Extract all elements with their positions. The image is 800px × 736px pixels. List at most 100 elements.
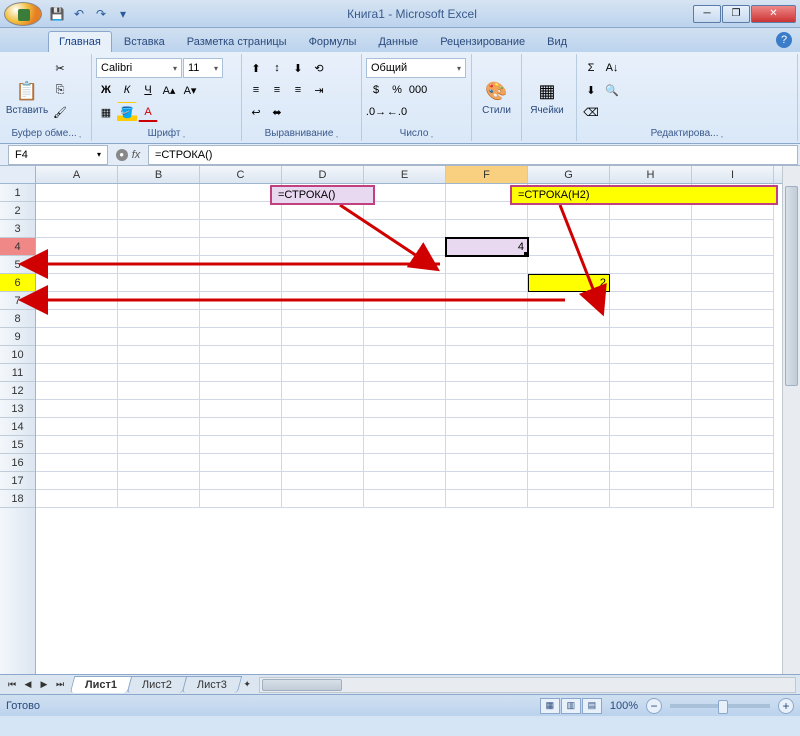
- align-top-icon[interactable]: ⬆: [246, 58, 266, 78]
- horizontal-scrollbar[interactable]: [259, 677, 796, 693]
- underline-button[interactable]: Ч: [138, 80, 158, 100]
- row-header[interactable]: 12: [0, 382, 35, 400]
- col-header[interactable]: A: [36, 166, 118, 183]
- percent-icon[interactable]: %: [387, 80, 407, 100]
- minimize-button[interactable]: ─: [693, 5, 721, 23]
- formula-input[interactable]: =СТРОКА(): [148, 145, 798, 165]
- tab-insert[interactable]: Вставка: [114, 32, 175, 52]
- number-format-combo[interactable]: Общий▾: [366, 58, 466, 78]
- tab-data[interactable]: Данные: [368, 32, 428, 52]
- zoom-in-button[interactable]: +: [778, 698, 794, 714]
- row-header[interactable]: 5: [0, 256, 35, 274]
- autosum-icon[interactable]: Σ: [581, 58, 601, 78]
- row-header[interactable]: 11: [0, 364, 35, 382]
- merge-icon[interactable]: ⬌: [267, 102, 287, 122]
- row-header[interactable]: 13: [0, 400, 35, 418]
- first-sheet-icon[interactable]: ⏮: [4, 677, 20, 693]
- row-header[interactable]: 9: [0, 328, 35, 346]
- last-sheet-icon[interactable]: ⏭: [52, 677, 68, 693]
- page-break-view-icon[interactable]: ▤: [582, 698, 602, 714]
- help-icon[interactable]: ?: [776, 32, 792, 48]
- wrap-text-icon[interactable]: ↩: [246, 102, 266, 122]
- grow-font-icon[interactable]: A▴: [159, 80, 179, 100]
- tab-review[interactable]: Рецензирование: [430, 32, 535, 52]
- fill-color-icon[interactable]: 🪣: [117, 102, 137, 122]
- shrink-font-icon[interactable]: A▾: [180, 80, 200, 100]
- col-header[interactable]: E: [364, 166, 446, 183]
- tab-view[interactable]: Вид: [537, 32, 577, 52]
- cell-F4[interactable]: 4: [446, 238, 528, 256]
- office-button[interactable]: [4, 2, 42, 26]
- vertical-scrollbar[interactable]: [782, 166, 800, 674]
- sheet-tab-3[interactable]: Лист3: [182, 676, 243, 693]
- row-header[interactable]: 17: [0, 472, 35, 490]
- format-painter-icon[interactable]: 🖌: [50, 102, 70, 122]
- new-sheet-icon[interactable]: ✦: [239, 677, 255, 693]
- row-header[interactable]: 1: [0, 184, 35, 202]
- sheet-tab-2[interactable]: Лист2: [127, 676, 188, 693]
- col-header[interactable]: I: [692, 166, 774, 183]
- zoom-slider[interactable]: [670, 704, 770, 708]
- row-header[interactable]: 10: [0, 346, 35, 364]
- find-icon[interactable]: 🔍: [602, 80, 622, 100]
- cut-icon[interactable]: ✂: [50, 58, 70, 78]
- next-sheet-icon[interactable]: ▶: [36, 677, 52, 693]
- orientation-icon[interactable]: ⟲: [309, 58, 329, 78]
- row-header[interactable]: 7: [0, 292, 35, 310]
- row-header[interactable]: 3: [0, 220, 35, 238]
- col-header[interactable]: D: [282, 166, 364, 183]
- currency-icon[interactable]: $: [366, 80, 386, 100]
- italic-button[interactable]: К: [117, 80, 137, 100]
- decrease-decimal-icon[interactable]: ←.0: [387, 102, 407, 122]
- paste-button[interactable]: 📋 Вставить: [6, 56, 48, 139]
- font-size-combo[interactable]: 11▾: [183, 58, 223, 78]
- row-header[interactable]: 16: [0, 454, 35, 472]
- prev-sheet-icon[interactable]: ◀: [20, 677, 36, 693]
- sort-icon[interactable]: A↓: [602, 58, 622, 78]
- styles-button[interactable]: 🎨 Стили: [476, 56, 517, 139]
- increase-decimal-icon[interactable]: .0→: [366, 102, 386, 122]
- indent-icon[interactable]: ⇥: [309, 80, 329, 100]
- col-header[interactable]: G: [528, 166, 610, 183]
- maximize-button[interactable]: ❐: [722, 5, 750, 23]
- bold-button[interactable]: Ж: [96, 80, 116, 100]
- comma-icon[interactable]: 000: [408, 80, 428, 100]
- col-header[interactable]: H: [610, 166, 692, 183]
- font-color-icon[interactable]: A: [138, 102, 158, 122]
- align-left-icon[interactable]: ≡: [246, 80, 266, 100]
- align-bottom-icon[interactable]: ⬇: [288, 58, 308, 78]
- row-header[interactable]: 4: [0, 238, 35, 256]
- col-header[interactable]: C: [200, 166, 282, 183]
- cells-area[interactable]: 4 2: [36, 184, 782, 674]
- tab-home[interactable]: Главная: [48, 31, 112, 52]
- copy-icon[interactable]: ⎘: [50, 80, 70, 100]
- col-header[interactable]: B: [118, 166, 200, 183]
- select-all-corner[interactable]: [0, 166, 36, 184]
- border-icon[interactable]: ▦: [96, 102, 116, 122]
- zoom-out-button[interactable]: −: [646, 698, 662, 714]
- cell-G6[interactable]: 2: [528, 274, 610, 292]
- close-button[interactable]: ✕: [751, 5, 796, 23]
- fill-icon[interactable]: ⬇: [581, 80, 601, 100]
- col-header[interactable]: F: [446, 166, 528, 183]
- tab-formulas[interactable]: Формулы: [299, 32, 367, 52]
- save-icon[interactable]: 💾: [48, 5, 66, 23]
- row-header[interactable]: 8: [0, 310, 35, 328]
- tab-layout[interactable]: Разметка страницы: [177, 32, 297, 52]
- font-name-combo[interactable]: Calibri▾: [96, 58, 182, 78]
- align-right-icon[interactable]: ≡: [288, 80, 308, 100]
- sheet-tab-1[interactable]: Лист1: [70, 676, 133, 693]
- row-header[interactable]: 18: [0, 490, 35, 508]
- redo-icon[interactable]: ↷: [92, 5, 110, 23]
- align-center-icon[interactable]: ≡: [267, 80, 287, 100]
- fx-button[interactable]: ● fx: [108, 149, 148, 161]
- row-header[interactable]: 15: [0, 436, 35, 454]
- qat-dropdown-icon[interactable]: ▾: [114, 5, 132, 23]
- name-box[interactable]: F4▾: [8, 145, 108, 165]
- align-middle-icon[interactable]: ↕: [267, 58, 287, 78]
- cells-button[interactable]: ▦ Ячейки: [526, 56, 568, 139]
- clear-icon[interactable]: ⌫: [581, 102, 601, 122]
- page-layout-view-icon[interactable]: ▥: [561, 698, 581, 714]
- row-header[interactable]: 14: [0, 418, 35, 436]
- row-header[interactable]: 6: [0, 274, 35, 292]
